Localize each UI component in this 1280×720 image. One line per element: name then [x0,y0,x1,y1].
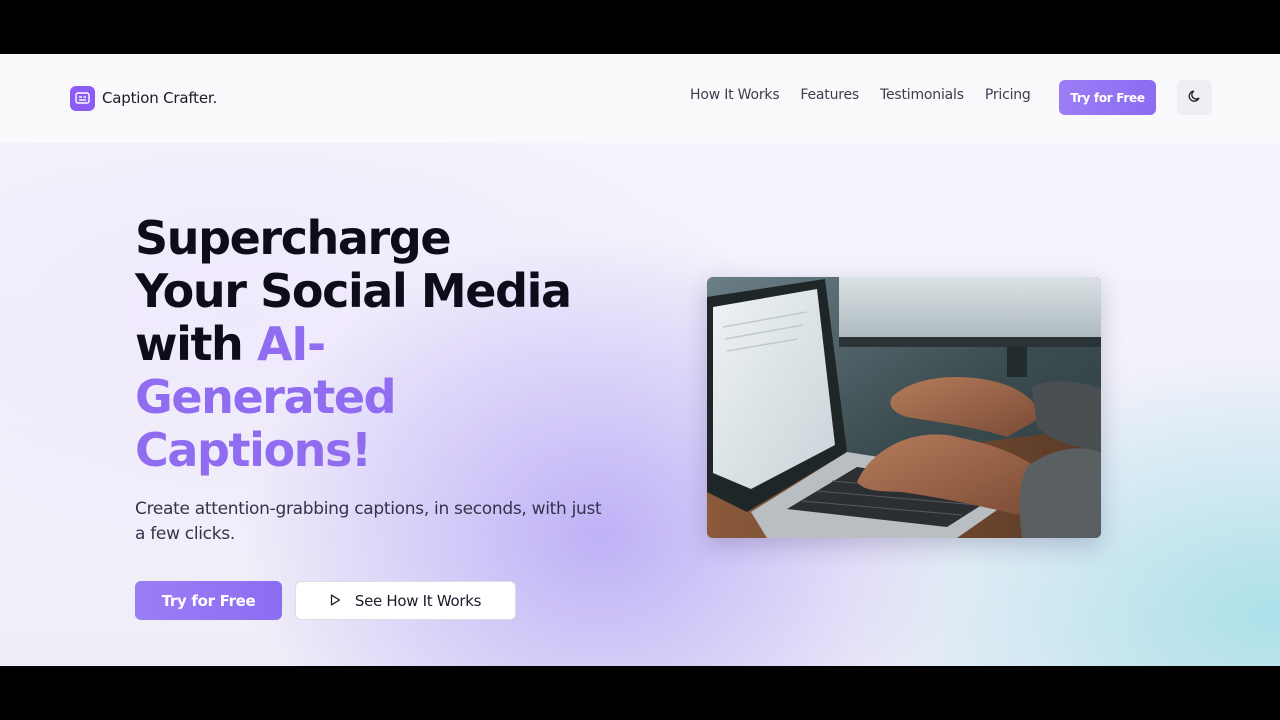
hero-title-with: with [135,317,258,371]
see-how-it-works-label: See How It Works [354,591,482,610]
laptop-typing-photo [707,277,1101,538]
navbar: Caption Crafter. How It Works Features T… [0,54,1280,143]
hero-subtitle: Create attention-grabbing captions, in s… [135,499,602,544]
nav-how-it-works[interactable]: How It Works [690,87,780,103]
caption-icon [70,85,95,111]
theme-toggle-button[interactable] [1177,80,1212,115]
page-frame: Caption Crafter. How It Works Features T… [0,54,1280,666]
nav-features[interactable]: Features [800,87,859,103]
moon-icon [1188,89,1202,106]
nav-testimonials[interactable]: Testimonials [880,87,964,103]
hero-title-accent-1: AI- [257,317,326,371]
main-nav: How It Works Features Testimonials Prici… [690,87,1031,103]
hero-try-free-button[interactable]: Try for Free [135,581,282,620]
hero-title-accent-2: Generated [135,370,397,424]
brand-name: Caption Crafter. [102,89,218,107]
brand-logo[interactable]: Caption Crafter. [70,85,217,111]
nav-try-free-button[interactable]: Try for Free [1059,80,1156,115]
hero-title-line-2: Your Social Media [135,264,572,318]
play-icon [330,592,341,610]
hero-title-accent-3: Captions! [135,423,372,477]
hero-title: Supercharge Your Social Media with AI- G… [135,212,655,477]
nav-pricing[interactable]: Pricing [985,87,1031,103]
see-how-it-works-button[interactable]: See How It Works [295,581,516,620]
hero-title-line-1: Supercharge [135,211,452,265]
